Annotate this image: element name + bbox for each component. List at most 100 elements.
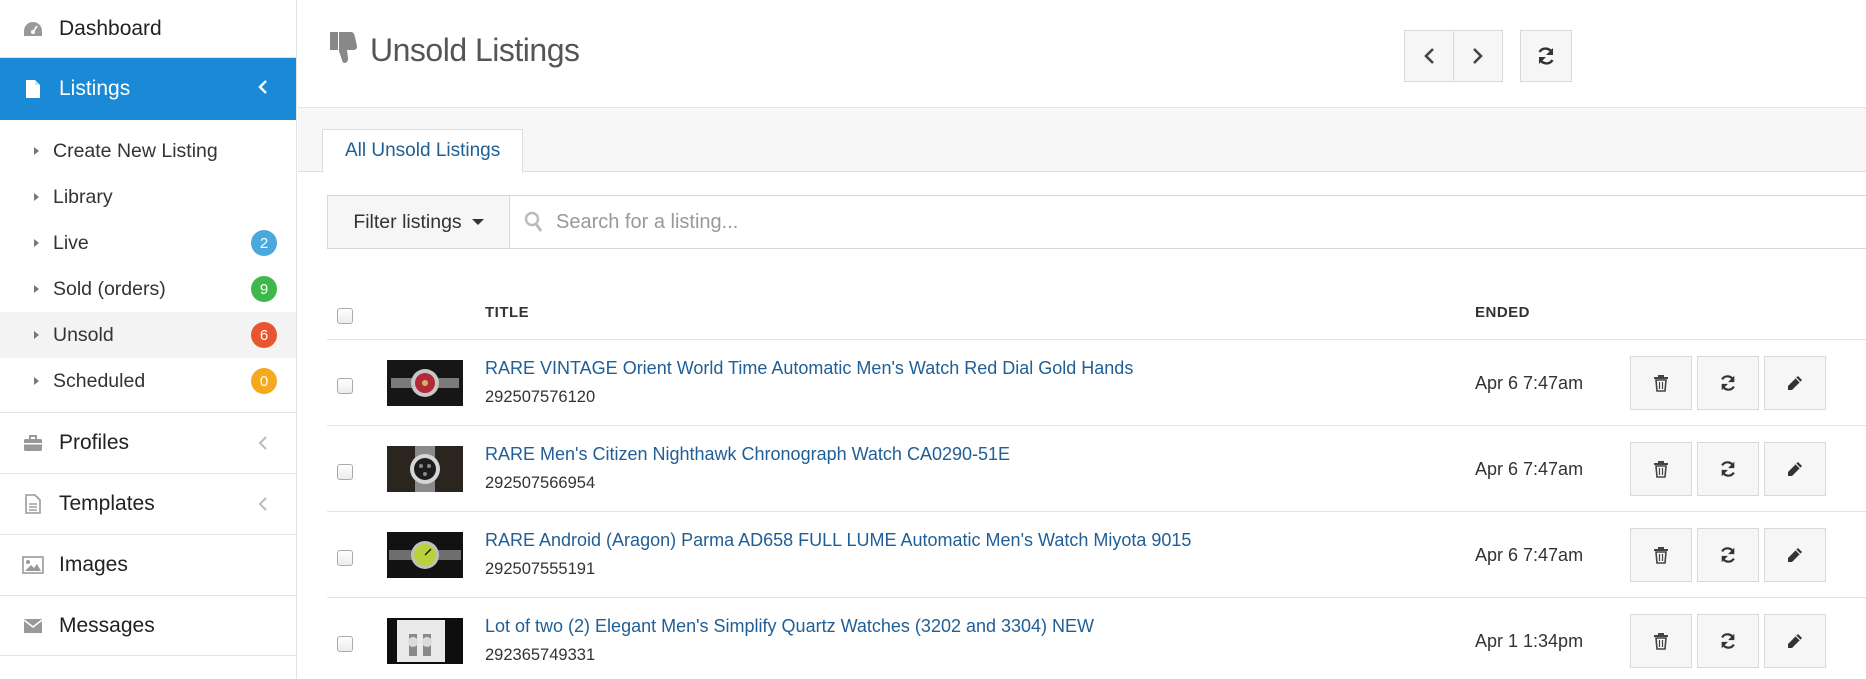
chevron-left-icon: [258, 496, 268, 517]
count-badge-sold: 9: [251, 276, 277, 302]
main-content: Unsold Listings All Unsold Listings Filt…: [298, 0, 1866, 679]
caret-right-icon: [34, 377, 39, 385]
table-header: TITLE ENDED: [327, 290, 1866, 340]
edit-button[interactable]: [1764, 442, 1826, 496]
caret-down-icon: [471, 219, 484, 225]
envelope-icon: [22, 615, 44, 637]
thumbs-down-icon: [326, 30, 358, 71]
refresh-button[interactable]: [1520, 30, 1572, 82]
nav-messages[interactable]: Messages: [0, 595, 296, 656]
relist-button[interactable]: [1697, 614, 1759, 668]
sidebar-item-scheduled[interactable]: Scheduled 0: [0, 358, 296, 404]
refresh-icon: [1721, 461, 1735, 477]
row-checkbox[interactable]: [337, 464, 353, 480]
image-icon: [22, 554, 44, 576]
sidebar-item-unsold[interactable]: Unsold 6: [0, 312, 296, 358]
trash-icon: [1654, 461, 1668, 478]
delete-button[interactable]: [1630, 356, 1692, 410]
select-all-checkbox[interactable]: [337, 308, 353, 324]
briefcase-icon: [22, 432, 44, 454]
relist-button[interactable]: [1697, 442, 1759, 496]
search-icon: [524, 211, 543, 232]
sidebar-item-sold-orders[interactable]: Sold (orders) 9: [0, 266, 296, 312]
listing-title-link[interactable]: RARE Men's Citizen Nighthawk Chronograph…: [485, 444, 1010, 465]
listing-title-link[interactable]: RARE VINTAGE Orient World Time Automatic…: [485, 358, 1133, 379]
listing-ended: Apr 1 1:34pm: [1475, 631, 1584, 651]
nav-dashboard[interactable]: Dashboard: [0, 0, 296, 58]
listing-id: 292507555191: [485, 560, 596, 578]
column-header-title: TITLE: [485, 304, 530, 321]
edit-button[interactable]: [1764, 528, 1826, 582]
document-icon: [22, 493, 44, 515]
count-badge-scheduled: 0: [251, 368, 277, 394]
tab-all-unsold-listings[interactable]: All Unsold Listings: [322, 129, 524, 173]
filter-label: Filter listings: [353, 210, 462, 233]
edit-button[interactable]: [1764, 614, 1826, 668]
page-header: Unsold Listings: [298, 0, 1866, 108]
search-input[interactable]: [556, 210, 1256, 234]
nav-dashboard-label: Dashboard: [59, 16, 162, 40]
delete-button[interactable]: [1630, 442, 1692, 496]
table-row: Lot of two (2) Elegant Men's Simplify Qu…: [327, 598, 1866, 679]
table-row: RARE Men's Citizen Nighthawk Chronograph…: [327, 426, 1866, 512]
relist-button[interactable]: [1697, 356, 1759, 410]
table-row: RARE VINTAGE Orient World Time Automatic…: [327, 340, 1866, 426]
nav-images-label: Images: [59, 553, 128, 576]
refresh-icon: [1721, 375, 1735, 391]
caret-right-icon: [34, 331, 39, 339]
sidebar-item-label: Scheduled: [53, 369, 146, 392]
listings-table: TITLE ENDED RARE VINTAGE Orient World Ti…: [327, 290, 1866, 679]
nav-templates[interactable]: Templates: [0, 473, 296, 534]
nav-profiles[interactable]: Profiles: [0, 412, 296, 473]
delete-button[interactable]: [1630, 528, 1692, 582]
chevron-left-icon: [1424, 48, 1434, 64]
nav-templates-label: Templates: [59, 492, 155, 515]
search-box: [510, 196, 1866, 248]
delete-button[interactable]: [1630, 614, 1692, 668]
listing-ended: Apr 6 7:47am: [1475, 373, 1584, 393]
sidebar-item-live[interactable]: Live 2: [0, 220, 296, 266]
nav-profiles-label: Profiles: [59, 431, 130, 454]
listing-thumbnail: [387, 618, 463, 664]
nav-listings[interactable]: Listings: [0, 58, 296, 120]
prev-page-button[interactable]: [1404, 30, 1454, 82]
caret-right-icon: [34, 147, 39, 155]
listing-id: 292365749331: [485, 646, 596, 664]
nav-messages-label: Messages: [59, 613, 155, 637]
filter-bar: Filter listings: [327, 195, 1866, 249]
page-title: Unsold Listings: [326, 30, 580, 71]
refresh-icon: [1721, 547, 1735, 563]
count-badge-unsold: 6: [251, 322, 277, 348]
listing-title-link[interactable]: RARE Android (Aragon) Parma AD658 FULL L…: [485, 530, 1191, 551]
row-checkbox[interactable]: [337, 378, 353, 394]
relist-button[interactable]: [1697, 528, 1759, 582]
next-page-button[interactable]: [1453, 30, 1503, 82]
count-badge-live: 2: [251, 230, 277, 256]
nav-images[interactable]: Images: [0, 534, 296, 595]
caret-right-icon: [34, 285, 39, 293]
listing-title-link[interactable]: Lot of two (2) Elegant Men's Simplify Qu…: [485, 616, 1094, 637]
file-icon: [22, 78, 44, 100]
sidebar-item-library[interactable]: Library: [0, 174, 296, 220]
listings-submenu: Create New Listing Library Live 2 Sold (…: [0, 120, 296, 404]
refresh-icon: [1538, 47, 1554, 65]
pencil-icon: [1788, 634, 1802, 648]
edit-button[interactable]: [1764, 356, 1826, 410]
listing-thumbnail: [387, 532, 463, 578]
page-title-text: Unsold Listings: [370, 32, 580, 68]
dashboard-icon: [22, 18, 44, 40]
pencil-icon: [1788, 376, 1802, 390]
filter-listings-dropdown[interactable]: Filter listings: [328, 196, 510, 248]
chevron-right-icon: [1473, 48, 1483, 64]
sidebar-item-label: Unsold: [53, 323, 114, 346]
listing-thumbnail: [387, 446, 463, 492]
row-checkbox[interactable]: [337, 636, 353, 652]
trash-icon: [1654, 633, 1668, 650]
sidebar-item-label: Live: [53, 231, 89, 254]
listing-ended: Apr 6 7:47am: [1475, 459, 1584, 479]
listing-id: 292507576120: [485, 388, 596, 406]
sidebar-item-create-new-listing[interactable]: Create New Listing: [0, 128, 296, 174]
row-checkbox[interactable]: [337, 550, 353, 566]
sidebar-item-label: Library: [53, 185, 113, 208]
caret-right-icon: [34, 239, 39, 247]
